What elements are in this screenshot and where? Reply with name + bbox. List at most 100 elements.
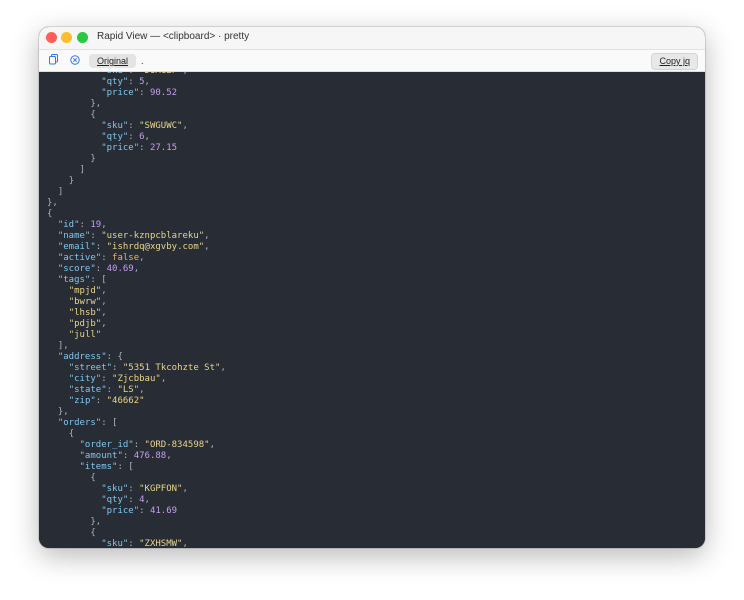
code-line: "price": 27.15 <box>47 143 226 154</box>
json-token: false <box>112 253 140 263</box>
code-line: } <box>47 176 226 187</box>
json-token: : <box>112 363 123 373</box>
json-token: "sku" <box>101 121 129 131</box>
json-token: , <box>220 363 226 373</box>
window-title: Rapid View — <clipboard> · pretty <box>97 31 250 42</box>
json-token: , <box>101 297 107 307</box>
code-line: "bwrw", <box>47 297 226 308</box>
code-line: "email": "ishrdq@xgvby.com", <box>47 242 226 253</box>
json-token: "pdjb" <box>68 319 102 329</box>
code-line: ] <box>47 165 226 176</box>
original-button[interactable]: Original <box>89 54 137 68</box>
json-token: "sku" <box>101 72 128 76</box>
code-line: }, <box>47 99 226 110</box>
jq-filter-input[interactable] <box>141 54 621 68</box>
copy-jq-button[interactable]: Copy jq <box>651 53 698 70</box>
json-token: , <box>101 286 107 296</box>
copy-document-icon[interactable] <box>49 53 58 65</box>
code-line: "sku": "SWGUWC", <box>47 121 226 132</box>
json-token: : <box>101 374 113 384</box>
json-token: : <box>139 143 150 153</box>
json-viewer[interactable]: "sku": "DUAGEF", "qty": 5, "price": 90.5… <box>39 72 705 548</box>
json-token: 27.15 <box>149 143 178 153</box>
code-line: "sku": "ZXHSMW", <box>47 539 226 548</box>
json-token: }, <box>90 99 102 109</box>
json-token: 40.69 <box>106 264 134 274</box>
minimize-window-button[interactable] <box>61 32 72 43</box>
json-token: { <box>90 110 96 120</box>
json-token: "ZXHSMW" <box>139 539 183 548</box>
json-token: "sku" <box>101 484 129 494</box>
code-line: { <box>47 528 226 539</box>
code-line: { <box>47 429 226 440</box>
json-token: "46662" <box>106 396 145 406</box>
json-token: "name" <box>57 231 91 241</box>
json-token: , <box>166 451 172 461</box>
json-token: "ORD-834598" <box>144 440 210 450</box>
json-token: 41.69 <box>149 506 178 516</box>
json-token: "bwrw" <box>68 297 102 307</box>
json-token: : <box>128 72 139 76</box>
json-token: "LS" <box>117 385 140 395</box>
close-window-button[interactable] <box>46 32 57 43</box>
json-token: , <box>182 72 187 76</box>
code-line: "order_id": "ORD-834598", <box>47 440 226 451</box>
code-line: { <box>47 110 226 121</box>
json-token: "score" <box>57 264 96 274</box>
json-token: , <box>101 308 107 318</box>
json-token: "price" <box>101 88 140 98</box>
json-token: : <box>128 132 140 142</box>
json-token: "KGPFON" <box>139 484 183 494</box>
zoom-window-button[interactable] <box>77 32 88 43</box>
json-token: "tags" <box>57 275 91 285</box>
json-token: , <box>139 253 145 263</box>
json-token: : <box>95 264 107 274</box>
code-line: "jull" <box>47 330 226 341</box>
json-token: : <box>139 506 150 516</box>
code-line: ], <box>47 341 226 352</box>
json-token: }, <box>90 517 102 527</box>
code-line: "price": 41.69 <box>47 506 226 517</box>
json-token: : <box>128 121 140 131</box>
json-token: , <box>204 242 210 252</box>
json-token: , <box>182 484 188 494</box>
json-token: : <box>128 495 140 505</box>
title-bar[interactable]: Rapid View — <clipboard> · pretty <box>39 27 705 50</box>
code-line: "name": "user-kznpcblareku", <box>47 231 226 242</box>
clear-circle-icon[interactable] <box>70 53 80 65</box>
json-token: "active" <box>57 253 102 263</box>
code-line: "qty": 5, <box>47 77 226 88</box>
json-token: "user-kznpcblareku" <box>101 231 205 241</box>
code-line: "tags": [ <box>47 275 226 286</box>
code-line: { <box>47 209 226 220</box>
json-token: { <box>90 528 96 538</box>
code-line: "active": false, <box>47 253 226 264</box>
json-token: , <box>144 495 150 505</box>
code-line: "qty": 4, <box>47 495 226 506</box>
json-token: : <box>128 77 140 87</box>
json-token: , <box>144 132 150 142</box>
json-token: "price" <box>101 143 140 153</box>
json-token: , <box>101 220 107 230</box>
code-line: "zip": "46662" <box>47 396 226 407</box>
json-token: "lhsb" <box>68 308 102 318</box>
json-token: : <box>106 385 118 395</box>
json-token: 90.52 <box>149 88 178 98</box>
json-token: 476.88 <box>133 451 167 461</box>
json-token: : <box>79 220 91 230</box>
json-code: "sku": "DUAGEF", "qty": 5, "price": 90.5… <box>47 72 226 548</box>
code-line: "lhsb", <box>47 308 226 319</box>
json-token: "ishrdq@xgvby.com" <box>106 242 205 252</box>
code-line: "sku": "KGPFON", <box>47 484 226 495</box>
json-token: : <box>95 242 107 252</box>
json-token: : <box>95 396 107 406</box>
json-token: ] <box>57 187 64 197</box>
json-token: : <box>122 451 134 461</box>
code-line: "id": 19, <box>47 220 226 231</box>
json-token: , <box>209 440 215 450</box>
code-line: "amount": 476.88, <box>47 451 226 462</box>
json-token: : <box>139 88 150 98</box>
json-token: "sku" <box>101 539 129 548</box>
json-token: "city" <box>68 374 102 384</box>
json-token: : <box>128 484 140 494</box>
